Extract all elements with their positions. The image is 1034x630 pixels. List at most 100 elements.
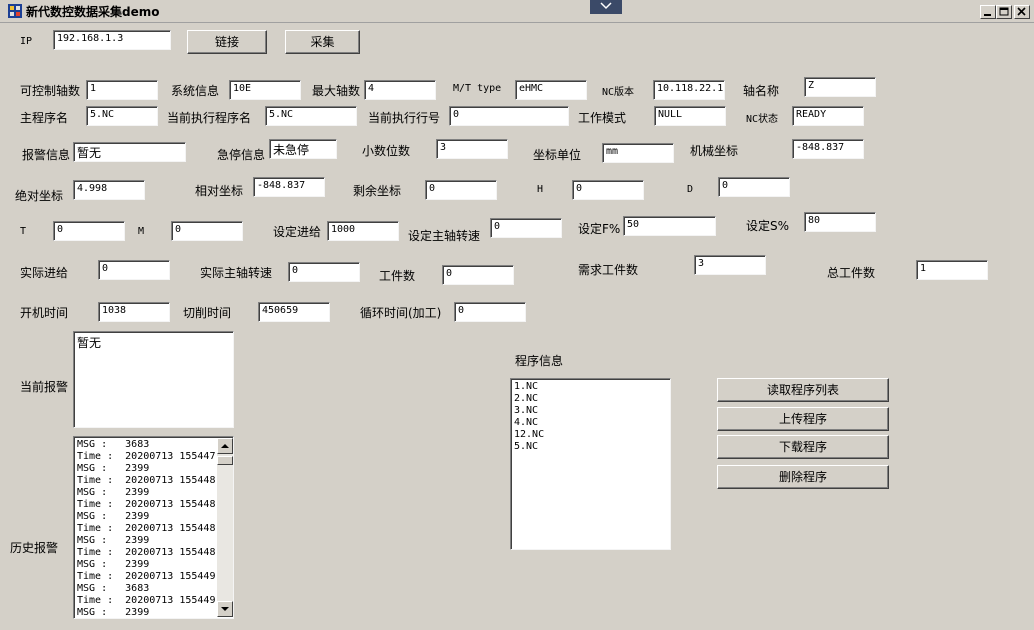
- max-axis-field[interactable]: 4: [364, 80, 436, 100]
- nc-status-field[interactable]: READY: [792, 106, 864, 126]
- set-f-pct-label: 设定F%: [578, 222, 621, 236]
- program-item[interactable]: 12.NC: [514, 429, 667, 441]
- delete-program-button[interactable]: 删除程序: [717, 465, 889, 489]
- history-line: Time : 20200713 155449: [77, 571, 216, 582]
- t-field[interactable]: 0: [53, 221, 125, 241]
- coord-unit-field[interactable]: mm: [602, 143, 674, 163]
- history-alarm-textarea[interactable]: MSG : 3683 Time : 20200713 155447 MSG : …: [73, 436, 234, 619]
- max-axis-label: 最大轴数: [312, 84, 361, 98]
- cur-line-label: 当前执行行号: [368, 111, 441, 125]
- program-listbox[interactable]: 1.NC 2.NC 3.NC 4.NC 12.NC 5.NC: [510, 378, 671, 550]
- coord-unit-label: 坐标单位: [533, 148, 582, 162]
- main-prog-field[interactable]: 5.NC: [86, 106, 158, 126]
- chevron-down-icon: [600, 2, 612, 10]
- mt-type-label: M/T type: [453, 83, 502, 94]
- history-scrollbar[interactable]: [217, 438, 233, 617]
- history-alarm-label: 历史报警: [10, 541, 59, 555]
- history-line: Time : 20200713 155448: [77, 547, 216, 558]
- read-program-list-button[interactable]: 读取程序列表: [717, 378, 889, 402]
- collapse-tab[interactable]: [590, 0, 622, 14]
- close-button[interactable]: [1014, 5, 1030, 19]
- program-item[interactable]: 1.NC: [514, 381, 667, 393]
- cur-line-field[interactable]: 0: [449, 106, 569, 126]
- h-field[interactable]: 0: [572, 180, 644, 200]
- axis-name-field[interactable]: Z: [804, 77, 876, 97]
- axis-count-field[interactable]: 1: [86, 80, 158, 100]
- current-alarm-textarea[interactable]: 暂无: [73, 331, 234, 428]
- program-item[interactable]: 5.NC: [514, 441, 667, 453]
- history-line: Time : 20200713 155448: [77, 499, 216, 510]
- remain-coord-label: 剩余坐标: [353, 184, 402, 198]
- main-prog-label: 主程序名: [20, 111, 69, 125]
- history-line: MSG : 2399: [77, 463, 150, 474]
- history-line: MSG : 3683: [77, 439, 150, 450]
- req-parts-field[interactable]: 3: [694, 255, 766, 275]
- history-line: MSG : 2399: [77, 511, 150, 522]
- m-label: M: [138, 226, 145, 237]
- app-icon: [8, 4, 22, 18]
- cur-prog-label: 当前执行程序名: [167, 111, 252, 125]
- upload-program-button[interactable]: 上传程序: [717, 407, 889, 431]
- t-label: T: [20, 226, 27, 237]
- mach-coord-field[interactable]: -848.837: [792, 139, 864, 159]
- ip-input[interactable]: 192.168.1.3: [53, 30, 171, 50]
- m-field[interactable]: 0: [171, 221, 243, 241]
- abs-coord-label: 绝对坐标: [15, 189, 64, 203]
- remain-coord-field[interactable]: 0: [425, 180, 497, 200]
- work-mode-field[interactable]: NULL: [654, 106, 726, 126]
- req-parts-label: 需求工件数: [578, 263, 639, 277]
- set-feed-field[interactable]: 1000: [327, 221, 399, 241]
- d-label: D: [687, 184, 694, 195]
- arrow-up-icon: [221, 444, 229, 448]
- estop-info-field[interactable]: 未急停: [269, 139, 337, 159]
- collect-button[interactable]: 采集: [285, 30, 360, 54]
- act-spindle-label: 实际主轴转速: [200, 266, 273, 280]
- connect-button[interactable]: 链接: [187, 30, 267, 54]
- alarm-info-field[interactable]: 暂无: [73, 142, 186, 162]
- cycle-time-field[interactable]: 0: [454, 302, 526, 322]
- d-field[interactable]: 0: [718, 177, 790, 197]
- power-time-field[interactable]: 1038: [98, 302, 170, 322]
- history-line: MSG : 2399: [77, 535, 150, 546]
- close-icon: [1017, 7, 1026, 16]
- nc-version-label: NC版本: [602, 87, 635, 98]
- scroll-down-button[interactable]: [217, 601, 233, 617]
- scroll-up-button[interactable]: [217, 438, 233, 454]
- set-spindle-field[interactable]: 0: [490, 218, 562, 238]
- part-count-field[interactable]: 0: [442, 265, 514, 285]
- minimize-button[interactable]: [980, 5, 996, 19]
- current-alarm-text: 暂无: [77, 336, 102, 350]
- rel-coord-field[interactable]: -848.837: [253, 177, 325, 197]
- set-spindle-label: 设定主轴转速: [408, 229, 481, 243]
- download-program-button[interactable]: 下载程序: [717, 435, 889, 459]
- maximize-button[interactable]: [996, 5, 1012, 19]
- decimals-label: 小数位数: [362, 144, 411, 158]
- program-item[interactable]: 2.NC: [514, 393, 667, 405]
- scroll-thumb[interactable]: [217, 456, 233, 465]
- nc-version-field[interactable]: 10.118.22.1: [653, 80, 725, 100]
- total-parts-field[interactable]: 1: [916, 260, 988, 280]
- mt-type-field[interactable]: eHMC: [515, 80, 587, 100]
- sys-info-field[interactable]: 10E: [229, 80, 301, 100]
- maximize-icon: [999, 7, 1009, 16]
- program-item[interactable]: 3.NC: [514, 405, 667, 417]
- act-spindle-field[interactable]: 0: [288, 262, 360, 282]
- program-info-label: 程序信息: [515, 354, 564, 368]
- program-item[interactable]: 4.NC: [514, 417, 667, 429]
- ip-label: IP: [20, 36, 33, 47]
- history-line: Time : 20200713 155449: [77, 595, 216, 606]
- arrow-down-icon: [221, 607, 229, 611]
- set-feed-label: 设定进给: [273, 225, 322, 239]
- minimize-icon: [984, 14, 991, 16]
- set-f-pct-field[interactable]: 50: [623, 216, 716, 236]
- window-title: 新代数控数据采集demo: [26, 5, 160, 19]
- act-feed-field[interactable]: 0: [98, 260, 170, 280]
- cur-prog-field[interactable]: 5.NC: [265, 106, 357, 126]
- h-label: H: [537, 184, 544, 195]
- abs-coord-field[interactable]: 4.998: [73, 180, 145, 200]
- cut-time-field[interactable]: 450659: [258, 302, 330, 322]
- set-s-pct-field[interactable]: 80: [804, 212, 876, 232]
- decimals-field[interactable]: 3: [436, 139, 508, 159]
- sys-info-label: 系统信息: [171, 84, 220, 98]
- mach-coord-label: 机械坐标: [690, 144, 739, 158]
